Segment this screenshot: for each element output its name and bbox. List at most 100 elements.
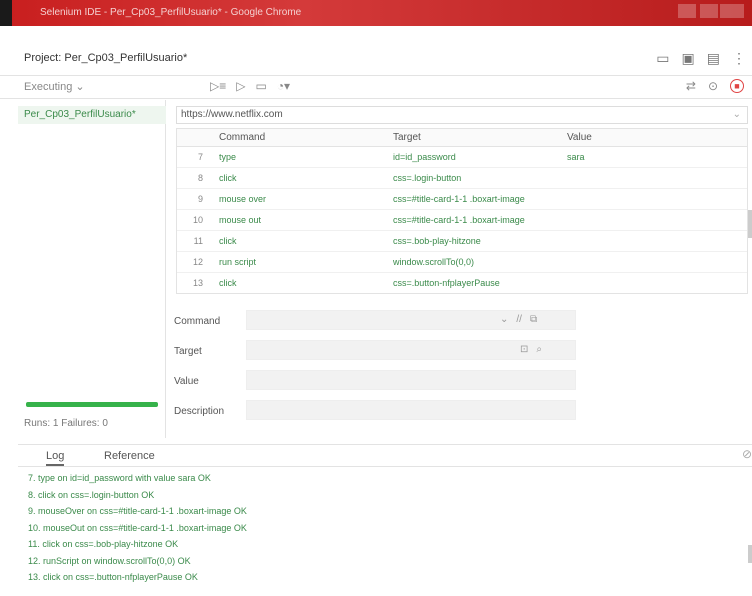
row-target: window.scrollTo(0,0) bbox=[393, 257, 475, 267]
log-line: 13. click on css=.button-nfplayerPause O… bbox=[28, 572, 198, 582]
open-reference-icon[interactable]: ⧉ bbox=[530, 314, 537, 325]
disable-breakpoints-icon[interactable]: ⇄ bbox=[686, 79, 696, 93]
run-controls: ▷≡ ▷ ▭ ◔▾ bbox=[210, 79, 290, 93]
bottom-tabs: Log Reference ⊘ bbox=[18, 445, 752, 467]
table-row[interactable]: 13 click css=.button-nfplayerPause bbox=[177, 273, 747, 293]
row-target: id=id_password bbox=[393, 152, 456, 162]
pause-icon[interactable]: ▭ bbox=[255, 79, 266, 93]
commands-table: Command Target Value 7 type id=id_password… bbox=[176, 128, 748, 294]
chevron-down-icon: ⌄ bbox=[75, 81, 85, 93]
more-options-icon[interactable]: ⋮ bbox=[732, 50, 746, 67]
row-target: css=.login-button bbox=[393, 173, 462, 183]
titlebar-edge bbox=[0, 0, 12, 26]
project-label: Project: bbox=[24, 52, 62, 64]
description-input[interactable] bbox=[246, 400, 576, 420]
test-item-label: Per_Cp03_PerfilUsuario* bbox=[24, 109, 136, 120]
open-project-icon[interactable]: ▣ bbox=[682, 50, 695, 67]
command-label: Command bbox=[174, 316, 221, 327]
header-command: Command bbox=[219, 132, 266, 143]
log-output: 7. type on id=id_password with value sar… bbox=[28, 473, 748, 589]
speed-icon[interactable]: ◔▾ bbox=[277, 79, 290, 93]
value-input[interactable] bbox=[246, 370, 576, 390]
chevron-down-icon[interactable]: ⌄ bbox=[733, 107, 741, 123]
project-name: Per_Cp03_PerfilUsuario* bbox=[64, 52, 188, 64]
row-command: click bbox=[219, 278, 237, 288]
header-target: Target bbox=[393, 132, 421, 143]
test-sidebar: Per_Cp03_PerfilUsuario* Runs: 1 Failures… bbox=[18, 100, 166, 438]
toolbar: Executing ⌄ ▷≡ ▷ ▭ ◔▾ ⇄ ⊙ ■ bbox=[0, 77, 752, 99]
log-line: 10. mouseOut on css=#title-card-1-1 .box… bbox=[28, 522, 247, 533]
editor-pane: https://www.netflix.com ⌄ Command Target… bbox=[170, 100, 752, 438]
row-command: click bbox=[219, 236, 237, 246]
target-row: Target ⊡ ⌕ bbox=[170, 336, 752, 366]
row-number: 10 bbox=[192, 215, 203, 225]
log-line: 12. runScript on window.scrollTo(0,0) OK bbox=[28, 555, 191, 566]
run-progress-bar bbox=[26, 402, 158, 407]
window-titlebar: Selenium IDE - Per_Cp03_PerfilUsuario* -… bbox=[0, 0, 752, 26]
project-bar: Project: Per_Cp03_PerfilUsuario* ▭ ▣ ▤ ⋮ bbox=[0, 40, 752, 76]
row-target: css=#title-card-1-1 .boxart-image bbox=[393, 194, 525, 204]
table-body: 7 type id=id_password sara 8 click css=.login-… bbox=[177, 147, 747, 293]
log-line: 11. click on css=.bob-play-hitzone OK bbox=[28, 539, 179, 549]
window-title: Selenium IDE - Per_Cp03_PerfilUsuario* -… bbox=[40, 7, 302, 18]
table-row[interactable]: 12 run script window.scrollTo(0,0) bbox=[177, 252, 747, 273]
log-line: 8. click on css=.login-button OK bbox=[28, 489, 155, 500]
row-number: 12 bbox=[192, 257, 203, 267]
row-command: mouse over bbox=[219, 194, 267, 204]
bottom-panel: Log Reference ⊘ 7. type on id=id_passwor… bbox=[18, 444, 752, 596]
comment-icon[interactable]: // bbox=[516, 314, 522, 325]
table-row[interactable]: 11 click css=.bob-play-hitzone bbox=[177, 231, 747, 252]
row-command: run script bbox=[219, 257, 257, 267]
table-row[interactable]: 7 type id=id_password sara bbox=[177, 147, 747, 168]
project-title[interactable]: Project: Per_Cp03_PerfilUsuario* bbox=[24, 52, 187, 64]
clear-log-icon[interactable]: ⊘ bbox=[742, 447, 752, 461]
value-label: Value bbox=[174, 376, 199, 387]
row-number: 9 bbox=[197, 194, 203, 204]
row-command: click bbox=[219, 173, 237, 183]
toolbar-right: ⇄ ⊙ ■ bbox=[686, 79, 744, 93]
executing-dropdown[interactable]: Executing ⌄ bbox=[24, 80, 85, 93]
base-url-value: https://www.netflix.com bbox=[181, 109, 283, 120]
row-command: type bbox=[219, 152, 237, 162]
executing-label: Executing bbox=[24, 81, 73, 93]
description-label: Description bbox=[174, 406, 225, 417]
run-all-icon[interactable]: ▷≡ bbox=[210, 79, 226, 93]
row-number: 13 bbox=[192, 278, 203, 288]
command-form: Command ⌄ // ⧉ Target ⊡ ⌕ Value Descript… bbox=[170, 306, 752, 426]
base-url-input[interactable]: https://www.netflix.com ⌄ bbox=[176, 106, 748, 124]
command-buttons: ⌄ // ⧉ bbox=[500, 314, 537, 325]
value-row: Value bbox=[170, 366, 752, 396]
close-window-button[interactable] bbox=[720, 4, 744, 18]
command-row: Command ⌄ // ⧉ bbox=[170, 306, 752, 336]
chevron-down-icon[interactable]: ⌄ bbox=[500, 314, 508, 325]
row-value: sara bbox=[567, 152, 585, 162]
table-row[interactable]: 10 mouse out css=#title-card-1-1 .boxart-i… bbox=[177, 210, 747, 231]
target-label: Target bbox=[174, 346, 202, 357]
save-project-icon[interactable]: ▤ bbox=[707, 50, 720, 67]
stop-record-icon[interactable]: ■ bbox=[730, 79, 744, 93]
description-row: Description bbox=[170, 396, 752, 426]
find-target-icon[interactable]: ⌕ bbox=[536, 344, 542, 355]
run-current-icon[interactable]: ▷ bbox=[236, 79, 245, 93]
minimize-button[interactable] bbox=[678, 4, 696, 18]
log-scrollbar[interactable] bbox=[748, 545, 752, 563]
new-project-icon[interactable]: ▭ bbox=[656, 50, 669, 67]
row-number: 11 bbox=[193, 236, 203, 246]
run-status: Runs: 1 Failures: 0 bbox=[24, 418, 108, 429]
table-scrollbar[interactable] bbox=[748, 210, 752, 238]
row-command: mouse out bbox=[219, 215, 262, 225]
maximize-button[interactable] bbox=[700, 4, 718, 18]
tab-log[interactable]: Log bbox=[46, 450, 65, 466]
settings-icon[interactable]: ⊙ bbox=[708, 79, 718, 93]
test-item[interactable]: Per_Cp03_PerfilUsuario* bbox=[18, 106, 166, 124]
target-buttons: ⊡ ⌕ bbox=[520, 344, 542, 355]
row-target: css=.bob-play-hitzone bbox=[393, 236, 481, 246]
project-actions: ▭ ▣ ▤ ⋮ bbox=[656, 50, 746, 67]
table-row[interactable]: 9 mouse over css=#title-card-1-1 .boxart-i… bbox=[177, 189, 747, 210]
row-number: 8 bbox=[197, 173, 203, 183]
table-row[interactable]: 8 click css=.login-button bbox=[177, 168, 747, 189]
tab-reference[interactable]: Reference bbox=[104, 450, 155, 462]
select-target-icon[interactable]: ⊡ bbox=[520, 344, 528, 355]
row-target: css=.button-nfplayerPause bbox=[393, 278, 500, 288]
row-target: css=#title-card-1-1 .boxart-image bbox=[393, 215, 525, 225]
